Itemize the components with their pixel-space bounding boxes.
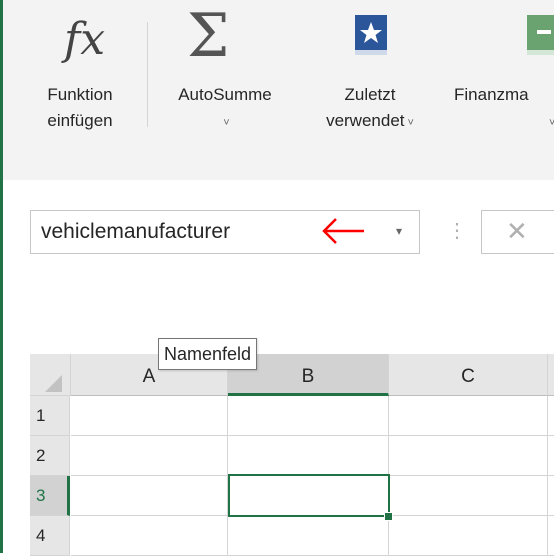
autosum-button[interactable]: Σ AutoSumme ˅	[155, 0, 295, 160]
cell-a4[interactable]	[71, 516, 228, 556]
cell-c3[interactable]	[389, 476, 548, 516]
recently-used-button[interactable]: Zuletzt verwendet ˅	[305, 0, 435, 160]
cell-b1[interactable]	[228, 396, 389, 436]
cell-d3[interactable]	[548, 476, 554, 516]
row-header-1[interactable]: 1	[30, 396, 70, 436]
financial-book-icon	[527, 15, 554, 55]
financial-dropdown-icon[interactable]: ˅	[549, 117, 554, 129]
row-header-4[interactable]: 4	[30, 516, 70, 556]
name-box-dropdown-icon[interactable]: ▾	[396, 216, 402, 246]
name-box-tooltip: Namenfeld	[158, 338, 258, 370]
sigma-icon: Σ	[187, 1, 230, 71]
cell-b4[interactable]	[228, 516, 389, 556]
row-header-3[interactable]: 3	[30, 476, 70, 516]
recently-used-label-line1: Zuletzt	[344, 85, 396, 104]
star-book-icon	[355, 15, 387, 55]
cell-c2[interactable]	[389, 436, 548, 476]
financial-label: Finanzma	[454, 85, 529, 104]
cell-b2[interactable]	[228, 436, 389, 476]
annotation-arrow-icon	[322, 218, 364, 244]
cell-c4[interactable]	[389, 516, 548, 556]
financial-button[interactable]: Finanzma ˅	[452, 0, 554, 160]
insert-function-label-line2: einfügen	[47, 111, 113, 130]
cell-a1[interactable]	[71, 396, 228, 436]
cell-d2[interactable]	[548, 436, 554, 476]
column-header-d[interactable]	[548, 354, 554, 396]
fill-handle[interactable]	[384, 512, 393, 521]
name-box-value[interactable]: vehiclemanufacturer	[41, 211, 230, 253]
cancel-icon[interactable]: ✕	[506, 213, 528, 249]
recently-used-label-line2: verwendet	[326, 111, 405, 130]
autosum-dropdown-icon[interactable]: ˅	[223, 117, 229, 129]
active-cell-b3[interactable]	[228, 474, 390, 517]
cell-a2[interactable]	[71, 436, 228, 476]
column-header-c[interactable]: C	[389, 354, 548, 396]
cell-c1[interactable]	[389, 396, 548, 436]
select-all-triangle-icon	[45, 375, 62, 392]
fx-icon: fx	[64, 14, 106, 65]
row-header-2[interactable]: 2	[30, 436, 70, 476]
recently-used-dropdown-icon[interactable]: ˅	[408, 117, 414, 129]
resize-handle-icon[interactable]: ⋮	[447, 217, 467, 245]
cell-d1[interactable]	[548, 396, 554, 436]
insert-function-button[interactable]: fx Funktion einfügen	[20, 0, 140, 160]
ribbon-separator	[147, 22, 148, 127]
autosum-label: AutoSumme	[178, 85, 272, 104]
insert-function-label-line1: Funktion	[47, 85, 113, 104]
cell-d4[interactable]	[548, 516, 554, 556]
cell-a3[interactable]	[71, 476, 228, 516]
